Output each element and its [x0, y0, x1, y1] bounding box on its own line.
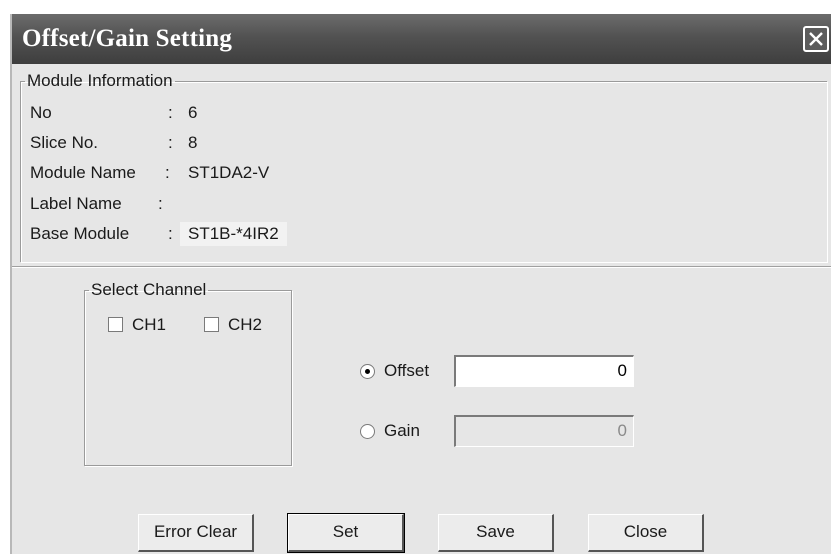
- offset-input[interactable]: 0: [454, 355, 634, 387]
- gain-radio[interactable]: [360, 424, 375, 439]
- module-name-label: Module Name: [30, 163, 136, 182]
- close-button[interactable]: Close: [588, 514, 704, 552]
- ch2-checkbox[interactable]: [204, 317, 219, 332]
- no-label: No: [30, 103, 52, 122]
- base-module-label: Base Module: [30, 224, 130, 243]
- module-name-value: ST1DA2-V: [188, 163, 270, 182]
- window-title: Offset/Gain Setting: [22, 25, 233, 52]
- title-bar[interactable]: Offset/Gain Setting: [12, 14, 831, 64]
- module-information-legend: Module Information: [27, 71, 173, 90]
- radio-selected-dot: [365, 369, 370, 374]
- slice-no-colon: :: [168, 133, 173, 152]
- set-button[interactable]: Set: [287, 513, 405, 553]
- gain-input: 0: [454, 415, 634, 447]
- offset-label[interactable]: Offset: [384, 361, 429, 381]
- offset-gain-dialog: Offset/Gain Setting Module Information N…: [10, 14, 831, 554]
- gain-label[interactable]: Gain: [384, 421, 420, 441]
- error-clear-button[interactable]: Error Clear: [138, 514, 254, 552]
- label-name-label: Label Name: [30, 194, 122, 213]
- slice-no-label: Slice No.: [30, 133, 99, 152]
- base-module-value: ST1B-*4IR2: [180, 222, 287, 246]
- no-value: 6: [188, 103, 198, 122]
- ch1-checkbox[interactable]: [108, 317, 123, 332]
- offset-radio[interactable]: [360, 364, 375, 379]
- select-channel-legend: Select Channel: [91, 280, 207, 299]
- slice-no-value: 8: [188, 133, 198, 152]
- close-icon: [809, 32, 823, 46]
- ch1-label[interactable]: CH1: [132, 315, 166, 335]
- module-information-group: Module Information: [20, 71, 827, 262]
- save-button[interactable]: Save: [438, 514, 554, 552]
- module-name-colon: :: [165, 163, 170, 182]
- close-window-button[interactable]: [803, 26, 829, 52]
- no-colon: :: [168, 103, 173, 122]
- section-divider: [12, 266, 831, 268]
- label-name-colon: :: [158, 194, 163, 213]
- ch2-label[interactable]: CH2: [228, 315, 262, 335]
- select-channel-group: Select Channel: [84, 280, 292, 466]
- base-module-colon: :: [168, 224, 173, 243]
